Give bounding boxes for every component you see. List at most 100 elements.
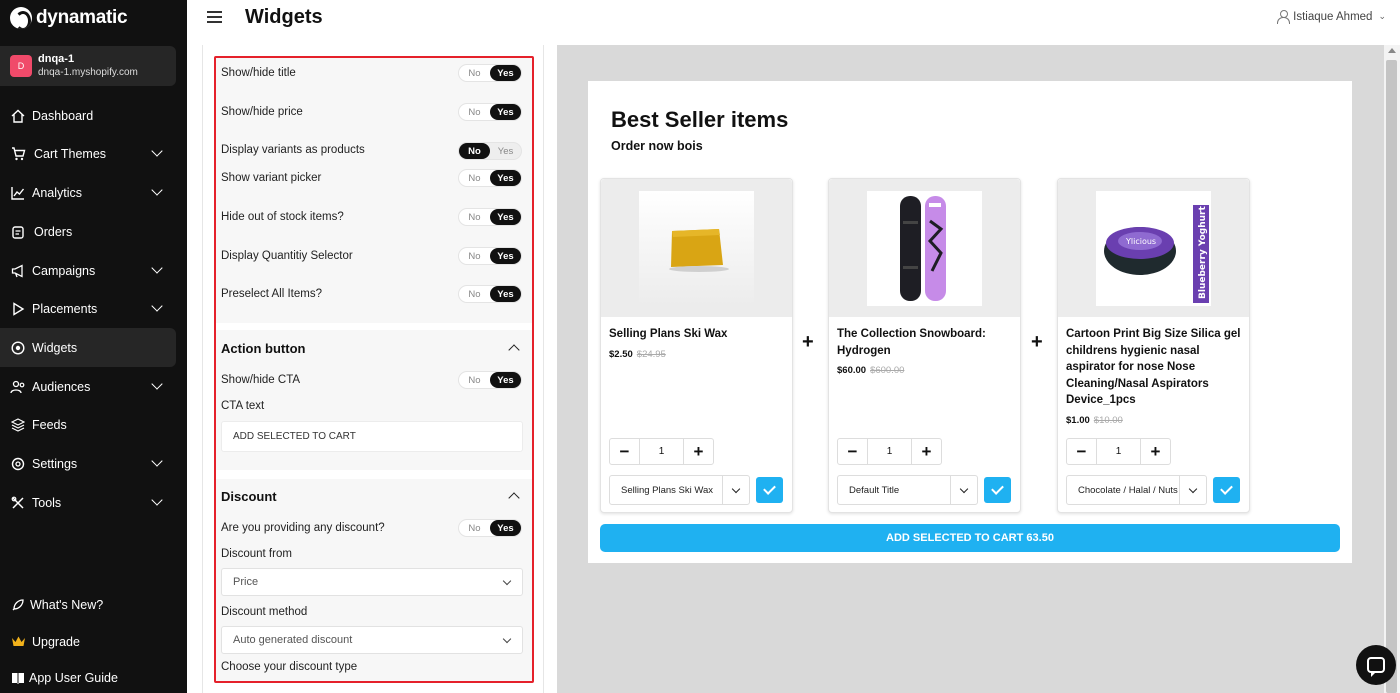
nav-tools[interactable]: Tools <box>0 483 176 522</box>
cta-text-input[interactable]: ADD SELECTED TO CART <box>221 421 523 452</box>
chevron-up-icon[interactable] <box>508 344 520 356</box>
nav-orders[interactable]: Orders <box>0 212 176 251</box>
toggle-show-cta[interactable]: No Yes <box>458 371 522 389</box>
variant-value: Selling Plans Ski Wax <box>621 484 714 496</box>
chevron-down-icon <box>502 634 512 644</box>
nav-label: Placements <box>32 301 98 316</box>
nav-label: Feeds <box>32 417 67 432</box>
plus-icon[interactable]: + <box>912 439 941 464</box>
toggle-no[interactable]: No <box>459 209 490 225</box>
setting-label: Discount from <box>221 548 292 560</box>
variant-select[interactable]: Chocolate / Halal / Nuts <box>1066 475 1207 505</box>
quantity-value[interactable]: 1 <box>639 439 684 464</box>
toggle-no[interactable]: No <box>459 143 490 159</box>
plus-icon[interactable]: + <box>1141 439 1170 464</box>
store-switcher[interactable]: D dnqa-1 dnqa-1.myshopify.com <box>0 46 176 86</box>
quantity-value[interactable]: 1 <box>867 439 912 464</box>
select-value: Price <box>233 576 259 588</box>
toggle-quantity-selector[interactable]: No Yes <box>458 247 522 265</box>
variant-select[interactable]: Selling Plans Ski Wax <box>609 475 750 505</box>
toggle-yes[interactable]: Yes <box>490 209 521 225</box>
setting-label: Preselect All Items? <box>221 288 322 300</box>
app-logo[interactable]: dynamatic <box>10 7 128 29</box>
nav-feeds[interactable]: Feeds <box>0 405 176 444</box>
add-selected-to-cart-button[interactable]: ADD SELECTED TO CART 63.50 <box>600 524 1340 552</box>
chevron-down-icon <box>151 494 163 506</box>
nav-label: App User Guide <box>29 670 118 685</box>
toggle-yes[interactable]: Yes <box>490 170 521 186</box>
discount-method-select[interactable]: Auto generated discount <box>221 626 523 654</box>
nav-label: Audiences <box>32 379 91 394</box>
svg-text:Blueberry Yoghurt: Blueberry Yoghurt <box>1198 206 1208 299</box>
toggle-no[interactable]: No <box>459 286 490 302</box>
toggle-yes[interactable]: Yes <box>490 248 521 264</box>
setting-label: Display Quantitiy Selector <box>221 250 353 262</box>
nav-widgets[interactable]: Widgets <box>0 328 176 367</box>
nav-campaigns[interactable]: Campaigns <box>0 251 176 290</box>
setting-label: Are you providing any discount? <box>221 522 385 534</box>
nav-cart-themes[interactable]: Cart Themes <box>0 134 176 173</box>
discount-from-select[interactable]: Price <box>221 568 523 596</box>
plus-icon[interactable]: + <box>684 439 713 464</box>
nav-label: Cart Themes <box>34 146 107 161</box>
variant-select[interactable]: Default Title <box>837 475 978 505</box>
toggle-yes[interactable]: Yes <box>490 65 521 81</box>
chat-widget-button[interactable] <box>1356 645 1396 685</box>
nav-app-user-guide[interactable]: App User Guide <box>0 658 176 693</box>
toggle-variants-as-products[interactable]: No Yes <box>458 142 522 160</box>
price: $2.50 <box>609 349 633 360</box>
toggle-variant-picker[interactable]: No Yes <box>458 169 522 187</box>
toggle-hide-out-of-stock[interactable]: No Yes <box>458 208 522 226</box>
store-avatar: D <box>10 55 32 77</box>
nav-analytics[interactable]: Analytics <box>0 173 176 212</box>
toggle-preselect-all[interactable]: No Yes <box>458 285 522 303</box>
nav-whats-new[interactable]: What's New? <box>0 585 176 624</box>
chat-icon <box>1367 657 1385 677</box>
nav-label: What's New? <box>30 597 104 612</box>
nav-upgrade[interactable]: Upgrade <box>0 622 176 661</box>
toggle-no[interactable]: No <box>459 248 490 264</box>
chevron-down-icon: ⌄ <box>1378 11 1386 21</box>
user-menu[interactable]: Istiaque Ahmed ⌄ <box>1277 10 1386 24</box>
menu-icon[interactable] <box>207 11 222 23</box>
book-icon <box>10 670 26 686</box>
scroll-up-arrow-icon[interactable] <box>1388 48 1396 53</box>
minus-icon[interactable]: − <box>610 439 639 464</box>
store-name: dnqa-1 <box>38 53 75 65</box>
product-name[interactable]: Cartoon Print Big Size Silica gel childr… <box>1066 326 1242 409</box>
toggle-no[interactable]: No <box>459 170 490 186</box>
select-checkbox[interactable] <box>756 477 783 503</box>
discount-type-select[interactable] <box>221 681 523 683</box>
toggle-yes[interactable]: Yes <box>490 104 521 120</box>
select-checkbox[interactable] <box>984 477 1011 503</box>
chevron-down-icon <box>151 378 163 390</box>
product-name[interactable]: The Collection Snowboard: Hydrogen <box>837 326 1013 359</box>
quantity-value[interactable]: 1 <box>1096 439 1141 464</box>
toggle-show-price[interactable]: No Yes <box>458 103 522 121</box>
setting-label: CTA text <box>221 400 265 412</box>
app-name: dynamatic <box>36 7 128 28</box>
scroll-thumb[interactable] <box>1386 60 1397 693</box>
product-name[interactable]: Selling Plans Ski Wax <box>609 326 785 343</box>
toggle-yes[interactable]: Yes <box>490 286 521 302</box>
nav-settings[interactable]: Settings <box>0 444 176 483</box>
chevron-up-icon[interactable] <box>508 492 520 504</box>
toggle-discount[interactable]: No Yes <box>458 519 522 537</box>
nav-audiences[interactable]: Audiences <box>0 367 176 406</box>
toggle-no[interactable]: No <box>459 520 490 536</box>
toggle-no[interactable]: No <box>459 372 490 388</box>
nav-placements[interactable]: Placements <box>0 289 176 328</box>
product-image-area: Ylicious Blueberry Yoghurt <box>1058 179 1249 317</box>
product-price: $60.00 $600.00 <box>837 365 904 376</box>
toggle-no[interactable]: No <box>459 104 490 120</box>
toggle-no[interactable]: No <box>459 65 490 81</box>
minus-icon[interactable]: − <box>1067 439 1096 464</box>
toggle-show-title[interactable]: No Yes <box>458 64 522 82</box>
toggle-yes[interactable]: Yes <box>490 520 521 536</box>
select-value: Auto generated discount <box>233 634 353 646</box>
select-checkbox[interactable] <box>1213 477 1240 503</box>
minus-icon[interactable]: − <box>838 439 867 464</box>
toggle-yes[interactable]: Yes <box>490 372 521 388</box>
nav-dashboard[interactable]: Dashboard <box>0 96 176 135</box>
toggle-yes[interactable]: Yes <box>490 143 521 159</box>
